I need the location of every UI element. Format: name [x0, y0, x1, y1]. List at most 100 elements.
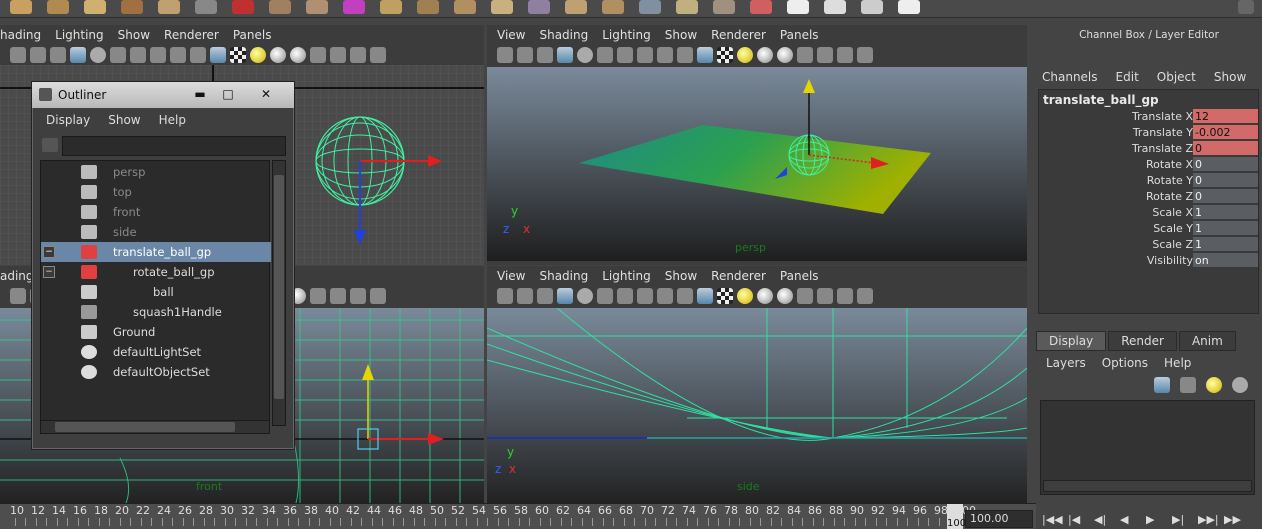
outliner-list[interactable]: persp top front side − translate_ball_gp − rota…: [40, 160, 271, 426]
attribute-value-field[interactable]: 0: [1193, 173, 1258, 188]
resolution-gate-icon[interactable]: [617, 47, 633, 63]
time-slider[interactable]: 10 12 14 16 18 20 22 24 26 28 30 32 34 36 38 40 42 44 46 48…: [0, 503, 1036, 529]
menu-show[interactable]: Show: [665, 28, 697, 42]
outliner-item[interactable]: front: [41, 202, 271, 222]
bookmark-icon[interactable]: [537, 288, 553, 304]
shelf-tool-icon[interactable]: [195, 0, 217, 14]
shadow-icon[interactable]: [230, 47, 246, 63]
filter-icon[interactable]: [42, 138, 58, 152]
wireframe-icon[interactable]: [637, 288, 653, 304]
panel-icon[interactable]: [370, 288, 386, 304]
textured-icon[interactable]: [697, 288, 713, 304]
camera-attr-icon[interactable]: [517, 47, 533, 63]
hud-icon[interactable]: [310, 288, 326, 304]
play-backwards-button[interactable]: ◀: [1120, 513, 1128, 526]
outliner-titlebar[interactable]: Outliner ▬ □ ✕: [32, 82, 294, 108]
channel-attribute-row[interactable]: Scale Y1: [1039, 221, 1260, 237]
isolate-select-icon[interactable]: [817, 47, 833, 63]
use-lights-icon[interactable]: [250, 47, 266, 63]
channel-attribute-row[interactable]: Visibility on: [1039, 253, 1260, 269]
outliner-item[interactable]: squash1Handle: [41, 302, 271, 322]
outliner-menu-help[interactable]: Help: [159, 113, 186, 127]
shelf-tool-icon[interactable]: [158, 0, 180, 14]
resolution-gate-icon[interactable]: [617, 288, 633, 304]
image-plane-icon[interactable]: [557, 47, 573, 63]
viewport-persp[interactable]: View Shading Lighting Show Renderer Panels: [487, 25, 1027, 265]
side-view-canvas[interactable]: y z x side: [487, 308, 1027, 503]
attribute-value-field[interactable]: 12: [1193, 109, 1258, 124]
viewport-layout-icon[interactable]: [837, 47, 853, 63]
menu-renderer[interactable]: Renderer: [711, 269, 766, 283]
smooth-shade-icon[interactable]: [657, 288, 673, 304]
attribute-value-field[interactable]: 0: [1193, 189, 1258, 204]
viewport-layout-icon[interactable]: [837, 288, 853, 304]
select-camera-icon[interactable]: [497, 288, 513, 304]
xray-icon[interactable]: [190, 47, 206, 63]
expand-toggle-icon[interactable]: −: [43, 246, 55, 258]
layer-list[interactable]: [1040, 400, 1255, 495]
menu-lighting[interactable]: Lighting: [55, 28, 104, 42]
channel-menu-object[interactable]: Object: [1157, 70, 1196, 84]
channel-menu-channels[interactable]: Channels: [1042, 70, 1098, 84]
select-camera-icon[interactable]: [10, 47, 26, 63]
outliner-window[interactable]: Outliner ▬ □ ✕ Display Show Help persp top f…: [31, 81, 295, 450]
shelf-tool-icon[interactable]: [343, 0, 365, 14]
viewport-side[interactable]: View Shading Lighting Show Renderer Panels: [487, 266, 1027, 503]
expand-toggle-icon[interactable]: −: [43, 266, 55, 278]
shelf-tool-icon[interactable]: [750, 0, 772, 14]
shelf-tool-icon[interactable]: [47, 0, 69, 14]
menu-shading[interactable]: Shading: [539, 28, 588, 42]
shelf-tool-icon[interactable]: [121, 0, 143, 14]
use-lights-icon[interactable]: [737, 47, 753, 63]
channel-menu-show[interactable]: Show: [1214, 70, 1246, 84]
current-frame-field[interactable]: 100.00: [965, 510, 1033, 528]
shelf-scroll-button[interactable]: [1238, 0, 1254, 14]
new-layer-icon[interactable]: [1154, 377, 1170, 393]
attribute-value-field[interactable]: 1: [1193, 221, 1258, 236]
channel-attribute-row[interactable]: Scale Z1: [1039, 237, 1260, 253]
outliner-item[interactable]: persp: [41, 162, 271, 182]
shelf-tool-icon[interactable]: [454, 0, 476, 14]
hud-icon[interactable]: [797, 47, 813, 63]
channel-box-attributes[interactable]: translate_ball_gp Translate X 12 Translate…: [1038, 89, 1259, 314]
attribute-value-field[interactable]: 0: [1193, 141, 1258, 156]
outliner-item[interactable]: defaultLightSet: [41, 342, 271, 362]
outliner-menu-show[interactable]: Show: [108, 113, 140, 127]
select-camera-icon[interactable]: [10, 288, 26, 304]
outliner-vertical-scrollbar[interactable]: [272, 160, 286, 426]
tab-anim[interactable]: Anim: [1178, 331, 1236, 351]
attribute-value-field[interactable]: 0: [1193, 157, 1258, 172]
persp-view-canvas[interactable]: y z x persp: [487, 67, 1027, 261]
camera-attr-icon[interactable]: [517, 288, 533, 304]
isolate-select-icon[interactable]: [330, 47, 346, 63]
camera-attr-icon[interactable]: [30, 47, 46, 63]
shelf-tool-icon[interactable]: [491, 0, 513, 14]
step-forward-frame-button[interactable]: ▶|: [1172, 513, 1184, 526]
shelf-tool-icon[interactable]: [417, 0, 439, 14]
textured-icon[interactable]: [210, 47, 226, 63]
shelf-tool-icon[interactable]: [824, 0, 846, 14]
layer-from-selected-icon[interactable]: [1180, 377, 1196, 393]
channel-attribute-row[interactable]: Translate Y -0.002: [1039, 125, 1260, 141]
attribute-value-field[interactable]: on: [1193, 253, 1258, 268]
shelf-tool-icon[interactable]: [602, 0, 624, 14]
attribute-value-field[interactable]: 1: [1193, 205, 1258, 220]
menu-renderer[interactable]: Renderer: [711, 28, 766, 42]
menu-view[interactable]: View: [497, 269, 525, 283]
panel-icon[interactable]: [857, 288, 873, 304]
remove-from-layer-icon[interactable]: [1232, 377, 1248, 393]
outliner-item[interactable]: − translate_ball_gp: [41, 242, 271, 262]
shelf-tool-icon[interactable]: [676, 0, 698, 14]
select-camera-icon[interactable]: [497, 47, 513, 63]
smooth-shade-icon[interactable]: [170, 47, 186, 63]
shelf-tool-icon[interactable]: [565, 0, 587, 14]
isolate-icon[interactable]: [777, 47, 793, 63]
channel-attribute-row[interactable]: Rotate X0: [1039, 157, 1260, 173]
xray-icon[interactable]: [677, 288, 693, 304]
isolate-icon[interactable]: [777, 288, 793, 304]
play-forwards-button[interactable]: ▶: [1146, 513, 1154, 526]
step-back-key-button[interactable]: |◀: [1068, 513, 1080, 526]
bookmark-icon[interactable]: [50, 47, 66, 63]
go-to-end-button[interactable]: ▶▶: [1224, 513, 1241, 526]
wireframe-icon[interactable]: [637, 47, 653, 63]
